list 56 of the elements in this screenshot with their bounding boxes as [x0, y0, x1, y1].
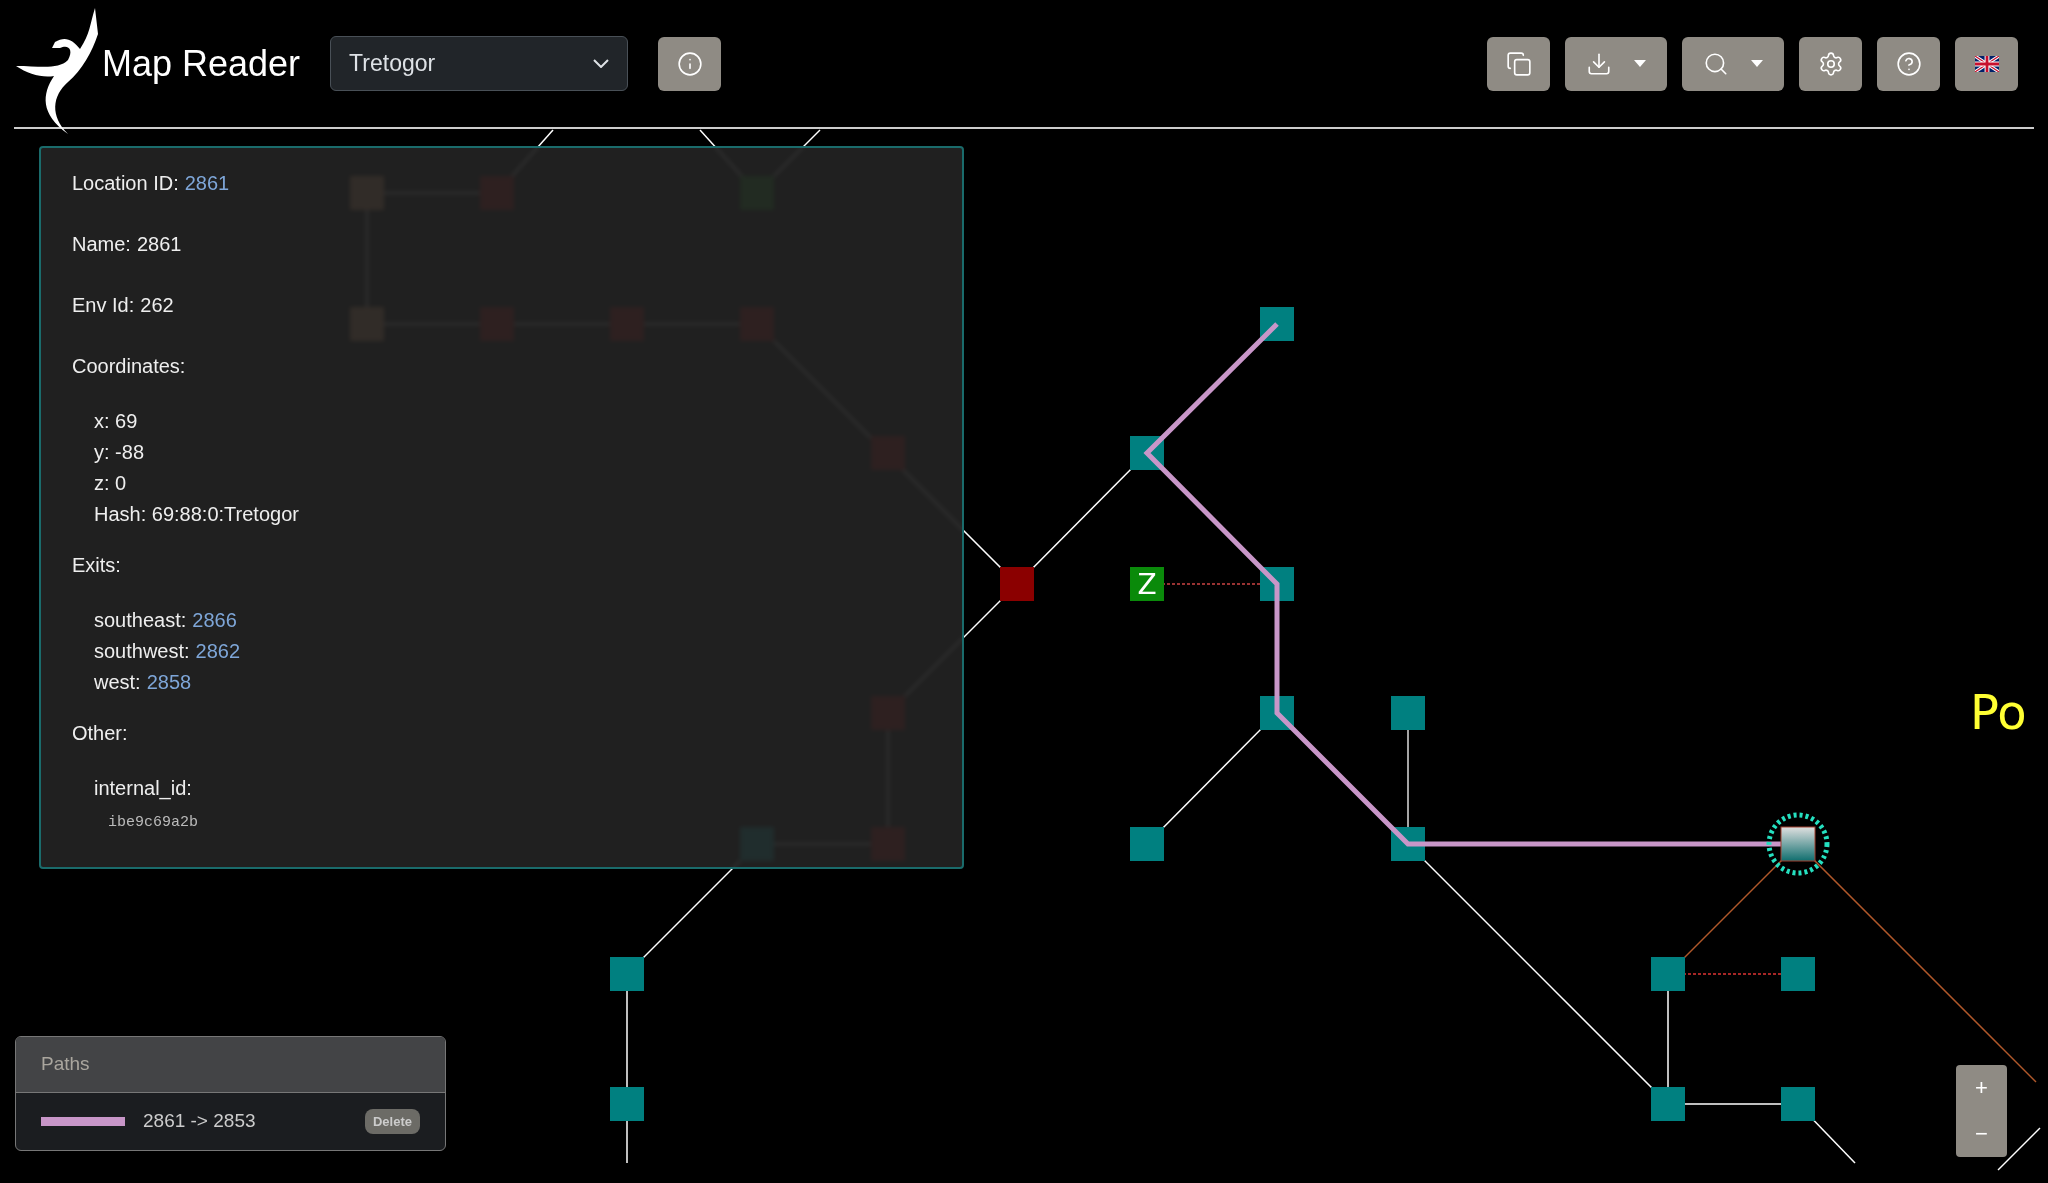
area-label: Po — [1970, 684, 2027, 740]
info-button[interactable] — [658, 36, 722, 91]
exit-direction: west: — [94, 670, 141, 695]
section-label: Other: — [72, 721, 129, 746]
caret-icon — [1634, 60, 1646, 67]
copy-button[interactable] — [1487, 36, 1550, 91]
map-node[interactable] — [1651, 1087, 1685, 1121]
section-label: Coordinates: — [72, 354, 187, 379]
search-button[interactable] — [1682, 36, 1784, 91]
map-node[interactable] — [1000, 567, 1034, 601]
map-node[interactable] — [1781, 1087, 1815, 1121]
field-value: 262 — [140, 293, 174, 318]
settings-icon — [1817, 50, 1844, 77]
exit-link[interactable]: 2858 — [146, 667, 192, 698]
app-title: Map Reader — [102, 41, 301, 86]
language-button[interactable] — [1955, 36, 2018, 91]
info-icon — [676, 50, 703, 77]
map-node[interactable] — [1651, 957, 1685, 991]
exit-direction: southwest: — [94, 639, 190, 664]
help-icon — [1895, 50, 1922, 77]
settings-button[interactable] — [1799, 36, 1862, 91]
exit-direction: southeast: — [94, 608, 187, 633]
map-node[interactable] — [1391, 696, 1425, 730]
help-button[interactable] — [1877, 36, 1940, 91]
map-node[interactable] — [610, 957, 644, 991]
caret-icon — [1751, 60, 1763, 67]
exit-link[interactable]: 2866 — [192, 605, 237, 636]
field-label: Name: — [72, 232, 131, 257]
download-button[interactable] — [1565, 36, 1667, 91]
paths-title: Paths — [41, 1052, 90, 1077]
map-node[interactable] — [1130, 827, 1164, 861]
zoom-in-button[interactable]: + — [1975, 1077, 1988, 1099]
section-label: Exits: — [72, 553, 122, 578]
chevron-down-icon — [593, 59, 610, 68]
exit-link[interactable]: 2862 — [195, 636, 241, 667]
zone-marker[interactable]: Z — [1130, 567, 1164, 601]
copy-icon — [1505, 50, 1532, 77]
map-node[interactable] — [610, 1087, 644, 1121]
field-value: 2861 — [136, 232, 182, 257]
current-location-marker[interactable] — [1766, 812, 1830, 876]
map-select[interactable]: Tretogor — [330, 36, 629, 91]
map-edge — [1997, 1127, 2041, 1171]
property-key: internal_id: — [94, 773, 931, 804]
field-label: Location ID: — [72, 171, 179, 196]
delete-button[interactable]: Delete — [364, 1109, 420, 1134]
coordinate-value: Hash: 69:88:0:Tretogor — [94, 502, 300, 527]
map-node[interactable] — [1781, 957, 1815, 991]
field-label: Env Id: — [72, 293, 135, 318]
property-value: ibe9c69a2b — [107, 813, 199, 833]
coordinate-value: y: -88 — [94, 440, 146, 465]
zoom-out-button[interactable]: − — [1975, 1123, 1988, 1145]
flag-icon — [1974, 55, 1999, 72]
coordinate-value: x: 69 — [94, 409, 139, 434]
path-label: 2861 -> 2853 — [143, 1109, 256, 1134]
coordinate-value: z: 0 — [94, 471, 128, 496]
location-id-link[interactable]: 2861 — [184, 168, 230, 198]
